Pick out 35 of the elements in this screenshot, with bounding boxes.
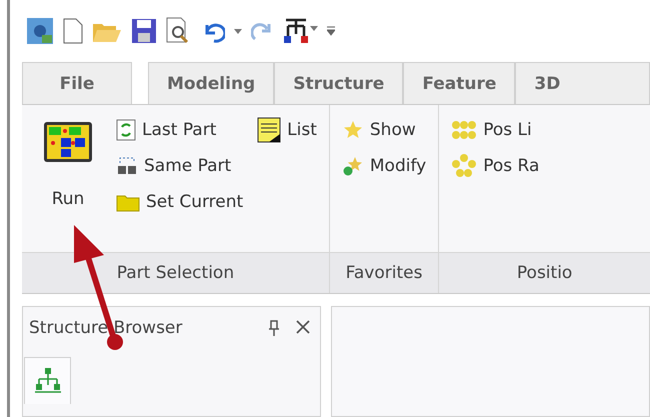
ribbon-tab[interactable]: Modeling — [148, 62, 274, 104]
close-icon[interactable] — [296, 320, 310, 336]
ribbon-button[interactable]: Show — [342, 117, 426, 142]
ribbon-tab[interactable]: 3D — [515, 62, 650, 104]
caret-icon[interactable] — [234, 28, 242, 34]
tree-tab[interactable] — [24, 357, 71, 404]
dots-grid-icon — [451, 118, 478, 140]
ribbon-button[interactable]: Modify — [342, 153, 426, 178]
refresh-icon — [116, 118, 136, 140]
customize-toolbar-icon[interactable] — [327, 26, 335, 36]
ribbon-tab[interactable]: Structure — [274, 62, 404, 104]
app-icon[interactable] — [26, 17, 54, 45]
hierarchy-icon — [32, 367, 62, 395]
star-icon — [342, 118, 364, 140]
ribbon-button[interactable]: Pos Li — [451, 117, 540, 142]
ribbon-button[interactable]: Last Part — [116, 117, 244, 142]
panel-title: Structure Browser — [29, 318, 182, 338]
ribbon-button[interactable]: Pos Ra — [451, 153, 540, 178]
ribbon-tab[interactable]: Feature — [403, 62, 516, 104]
network-tool-icon[interactable] — [282, 16, 318, 46]
ribbon-button[interactable]: Set Current — [116, 189, 244, 214]
colored-grid-icon — [43, 121, 93, 163]
group-label: Part Selection — [22, 252, 329, 293]
star-plus-icon — [342, 154, 364, 176]
notepad-icon — [257, 116, 282, 142]
save-icon[interactable] — [131, 18, 157, 44]
ribbon-button[interactable]: List — [257, 117, 317, 142]
pin-icon[interactable] — [268, 320, 280, 336]
cubes-icon — [116, 154, 138, 176]
new-file-icon[interactable] — [63, 18, 83, 44]
group-label: Positio — [439, 252, 650, 293]
ribbon-button[interactable]: Same Part — [116, 153, 244, 178]
group-label: Favorites — [330, 252, 438, 293]
file-tab[interactable]: File — [22, 62, 132, 104]
dots-ring-icon — [451, 154, 478, 178]
